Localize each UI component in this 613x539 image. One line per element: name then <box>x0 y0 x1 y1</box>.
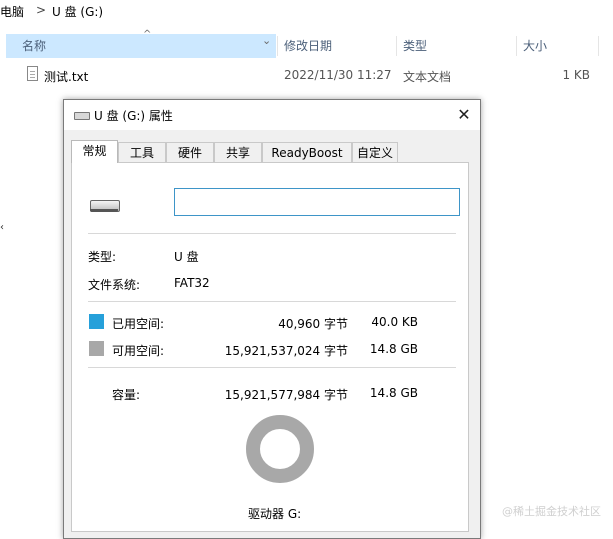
usb-drive-icon <box>90 200 120 212</box>
breadcrumb: 电脑 > U 盘 (G:) <box>0 0 613 22</box>
tab-sharing[interactable]: 共享 <box>214 142 262 162</box>
type-value: U 盘 <box>174 250 199 264</box>
file-row[interactable]: 测试.txt 2022/11/30 11:27 文本文档 1 KB <box>0 64 613 86</box>
used-space-label: 已用空间: <box>112 317 165 331</box>
nav-pane-edge-marker: ‹ <box>0 222 4 233</box>
file-type: 文本文档 <box>403 70 452 84</box>
dialog-titlebar[interactable]: U 盘 (G:) 属性 ✕ <box>64 100 480 130</box>
breadcrumb-item-drive[interactable]: U 盘 (G:) <box>52 3 103 20</box>
file-name: 测试.txt <box>44 70 89 84</box>
usb-drive-icon <box>74 112 90 120</box>
column-divider[interactable] <box>598 36 599 56</box>
capacity-size: 14.8 GB <box>369 386 418 400</box>
column-header-name[interactable]: 名称 <box>6 34 276 58</box>
tab-hardware[interactable]: 硬件 <box>166 142 214 162</box>
text-file-icon <box>27 66 38 81</box>
free-space-swatch <box>89 341 104 356</box>
tab-tools[interactable]: 工具 <box>118 142 166 162</box>
filesystem-value: FAT32 <box>174 276 210 290</box>
column-divider[interactable] <box>396 36 397 56</box>
close-icon: ✕ <box>457 105 471 124</box>
file-modified: 2022/11/30 11:27 <box>284 68 392 82</box>
breadcrumb-separator-icon[interactable]: > <box>36 3 46 17</box>
used-space-size: 40.0 KB <box>371 315 418 329</box>
divider <box>88 301 456 302</box>
filesystem-label: 文件系统: <box>88 278 141 292</box>
column-divider[interactable] <box>516 36 517 56</box>
capacity-label: 容量: <box>112 388 141 402</box>
close-button[interactable]: ✕ <box>448 100 480 130</box>
general-tab-panel: 类型: U 盘 文件系统: FAT32 已用空间: 40,960 字节 40.0… <box>71 162 469 532</box>
column-header-type[interactable]: 类型 <box>403 34 427 58</box>
free-space-bytes: 15,921,537,024 字节 <box>224 344 348 358</box>
tab-readyboost[interactable]: ReadyBoost <box>262 142 352 162</box>
properties-dialog: U 盘 (G:) 属性 ✕ 常规 工具 硬件 共享 ReadyBoost 自定义… <box>63 99 481 539</box>
column-header-modified[interactable]: 修改日期 <box>284 34 332 58</box>
drive-letter-label: 驱动器 G: <box>248 507 302 521</box>
divider <box>88 367 456 368</box>
sort-ascending-icon: ^ <box>143 29 152 40</box>
breadcrumb-item-computer[interactable]: 电脑 <box>0 3 24 20</box>
dialog-title: U 盘 (G:) 属性 <box>94 109 173 123</box>
watermark: @稀土掘金技术社区 <box>502 505 601 518</box>
column-header-size[interactable]: 大小 <box>523 34 547 58</box>
chevron-down-icon[interactable]: ⌄ <box>262 34 271 47</box>
tab-customize[interactable]: 自定义 <box>352 142 398 162</box>
capacity-bytes: 15,921,577,984 字节 <box>224 388 348 402</box>
column-header-name-label: 名称 <box>22 39 47 53</box>
file-size: 1 KB <box>562 68 590 82</box>
used-space-bytes: 40,960 字节 <box>278 317 348 331</box>
type-label: 类型: <box>88 250 117 264</box>
free-space-label: 可用空间: <box>112 344 165 358</box>
disk-usage-ring-chart <box>246 415 314 483</box>
column-divider[interactable] <box>277 36 278 56</box>
tab-general[interactable]: 常规 <box>71 140 118 163</box>
used-space-swatch <box>89 314 104 329</box>
divider <box>88 233 456 234</box>
free-space-size: 14.8 GB <box>369 342 418 356</box>
column-header-row: 名称 ^ ⌄ 修改日期 类型 大小 <box>0 29 613 58</box>
drive-name-input[interactable] <box>174 188 460 216</box>
